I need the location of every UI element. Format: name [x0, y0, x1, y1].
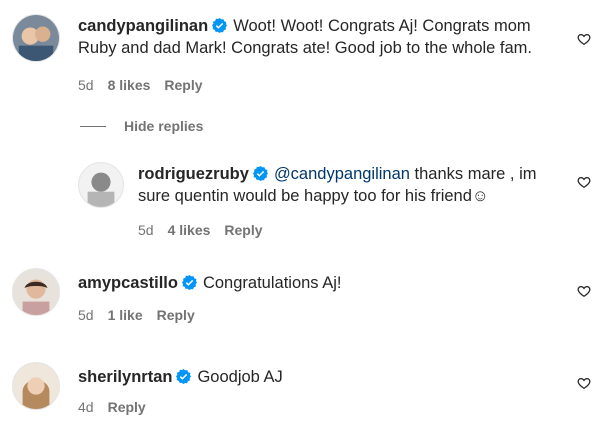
avatar-image — [13, 15, 59, 61]
likes-count[interactable]: 8 likes — [108, 77, 151, 93]
reply-button[interactable]: Reply — [108, 399, 146, 415]
like-heart-icon[interactable] — [577, 376, 591, 390]
timestamp[interactable]: 5d — [78, 77, 94, 93]
comment-meta: 5d 4 likes Reply — [138, 221, 277, 239]
avatar[interactable] — [12, 362, 60, 410]
verified-badge-icon — [176, 369, 192, 384]
likes-count[interactable]: 4 likes — [168, 222, 211, 238]
comment-amypcastillo: amypcastillo Congratulations Aj! 5d 1 like… — [0, 262, 600, 332]
comment-meta: 5d 8 likes Reply — [78, 76, 217, 94]
comment-text: sure quentin would be happy too for his … — [138, 187, 489, 205]
divider-line — [80, 125, 106, 127]
like-heart-icon[interactable] — [577, 175, 591, 189]
comment-body: amypcastillo Congratulations Aj! — [78, 272, 558, 294]
avatar[interactable] — [78, 162, 124, 208]
comment-text: Congratulations Aj! — [202, 274, 342, 292]
likes-count[interactable]: 1 like — [108, 307, 143, 323]
username[interactable]: amypcastillo — [78, 274, 178, 292]
avatar-image — [13, 363, 59, 409]
reply-button[interactable]: Reply — [157, 307, 195, 323]
avatar[interactable] — [12, 14, 60, 62]
like-heart-icon[interactable] — [577, 284, 591, 298]
reply-button[interactable]: Reply — [164, 77, 202, 93]
hide-replies-button[interactable]: Hide replies — [80, 118, 203, 134]
like-heart-icon[interactable] — [577, 32, 591, 46]
avatar[interactable] — [12, 268, 60, 316]
username[interactable]: rodriguezruby — [138, 165, 249, 183]
timestamp[interactable]: 5d — [138, 222, 154, 238]
comment-text: thanks mare , im — [409, 165, 537, 183]
hide-replies-label: Hide replies — [124, 118, 204, 134]
comment-body: sherilynrtan Goodjob AJ — [78, 366, 558, 388]
avatar-image — [79, 163, 123, 207]
verified-badge-icon — [181, 275, 197, 290]
comment-candypangilinan: candypangilinan Woot! Woot! Congrats Aj! … — [0, 0, 600, 110]
mention-link[interactable]: @candypangilinan — [274, 165, 410, 183]
verified-badge-icon — [212, 18, 228, 33]
comment-text: Woot! Woot! Congrats Aj! Congrats mom — [233, 17, 531, 35]
reply-button[interactable]: Reply — [224, 222, 262, 238]
avatar-image — [13, 269, 59, 315]
username[interactable]: candypangilinan — [78, 17, 208, 35]
timestamp[interactable]: 5d — [78, 307, 94, 323]
verified-badge-icon — [252, 166, 268, 181]
comment-text: Goodjob AJ — [197, 368, 283, 386]
reply-rodriguezruby: rodriguezruby @candypangilinan thanks mar… — [0, 155, 600, 245]
comment-sherilynrtan: sherilynrtan Goodjob AJ 4d Reply — [0, 356, 600, 431]
timestamp[interactable]: 4d — [78, 399, 94, 415]
comment-body: candypangilinan Woot! Woot! Congrats Aj! … — [78, 15, 558, 59]
comment-text: Ruby and dad Mark! Congrats ate! Good jo… — [78, 39, 533, 57]
username[interactable]: sherilynrtan — [78, 368, 172, 386]
comment-body: rodriguezruby @candypangilinan thanks mar… — [138, 163, 568, 207]
comment-meta: 5d 1 like Reply — [78, 306, 209, 324]
comment-meta: 4d Reply — [78, 398, 160, 416]
